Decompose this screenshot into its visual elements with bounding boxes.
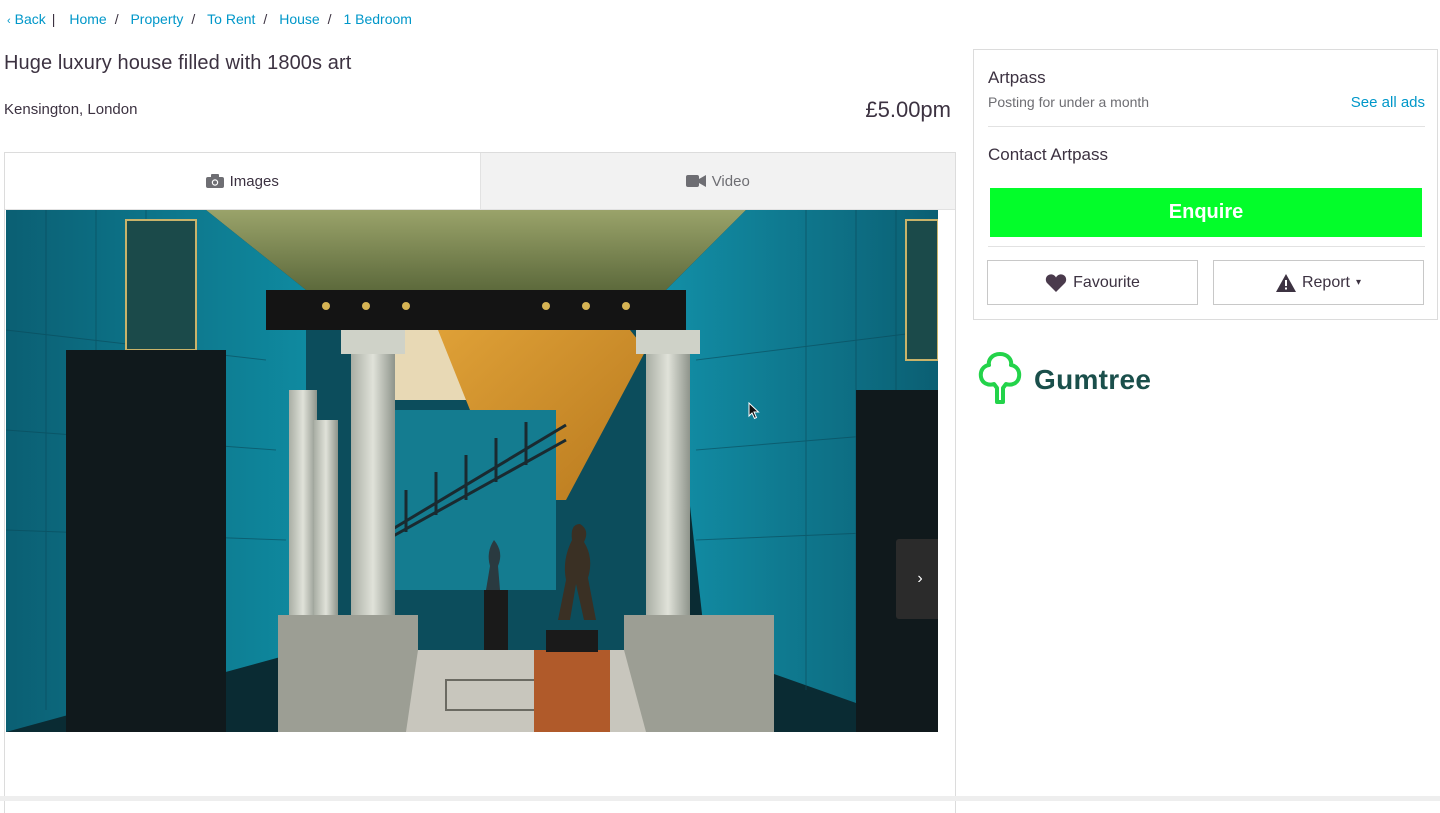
seller-posting-duration: Posting for under a month [988,94,1150,110]
report-label: Report [1301,273,1350,291]
page-bottom-edge [0,796,1440,801]
chevron-right-icon: › [917,570,923,587]
camera-icon [205,174,224,188]
listing-title: Huge luxury house filled with 1800s art [4,52,352,74]
tab-images[interactable]: Images [5,153,480,209]
divider [988,126,1425,127]
back-link[interactable]: Back [15,11,46,27]
breadcrumb-to-rent[interactable]: To Rent [207,11,255,27]
warning-icon [1275,273,1296,292]
next-image-button[interactable]: › [896,539,938,619]
seller-name: Artpass [988,68,1046,87]
breadcrumb-house[interactable]: House [279,11,319,27]
breadcrumb-home[interactable]: Home [69,11,106,27]
tab-video-label: Video [711,172,750,190]
listing-photo[interactable]: › [6,210,938,732]
heart-icon [1045,273,1067,292]
listing-location: Kensington, London [4,101,138,118]
listing-price: £5.00pm [865,97,951,122]
brand-name: Gumtree [1034,363,1152,395]
see-all-ads-link[interactable]: See all ads [1351,94,1425,111]
breadcrumb-property[interactable]: Property [130,11,183,27]
chevron-left-icon: ‹ [7,15,11,27]
tree-icon [978,350,1022,409]
favourite-label: Favourite [1073,273,1140,291]
media-tabs: Images Video [5,153,955,210]
tab-images-label: Images [229,172,279,190]
caret-down-icon: ▾ [1356,277,1362,288]
enquire-button[interactable]: Enquire [990,188,1422,237]
breadcrumb: ‹ Back | Home / Property / To Rent / House/ 1… [7,11,412,27]
media-gallery: Images Video › [4,152,956,813]
seller-card: Artpass Posting for under a month See al… [973,49,1438,320]
listing-photo-art [6,210,938,732]
tab-video[interactable]: Video [479,153,955,209]
contact-heading: Contact Artpass [988,145,1109,164]
favourite-button[interactable]: Favourite [987,260,1198,305]
breadcrumb-1-bedroom[interactable]: 1 Bedroom [343,11,411,27]
mouse-cursor-icon [748,401,760,425]
video-camera-icon [685,175,706,187]
report-button[interactable]: Report ▾ [1213,260,1424,305]
divider [988,246,1425,247]
brand-logo: Gumtree [978,350,1151,409]
